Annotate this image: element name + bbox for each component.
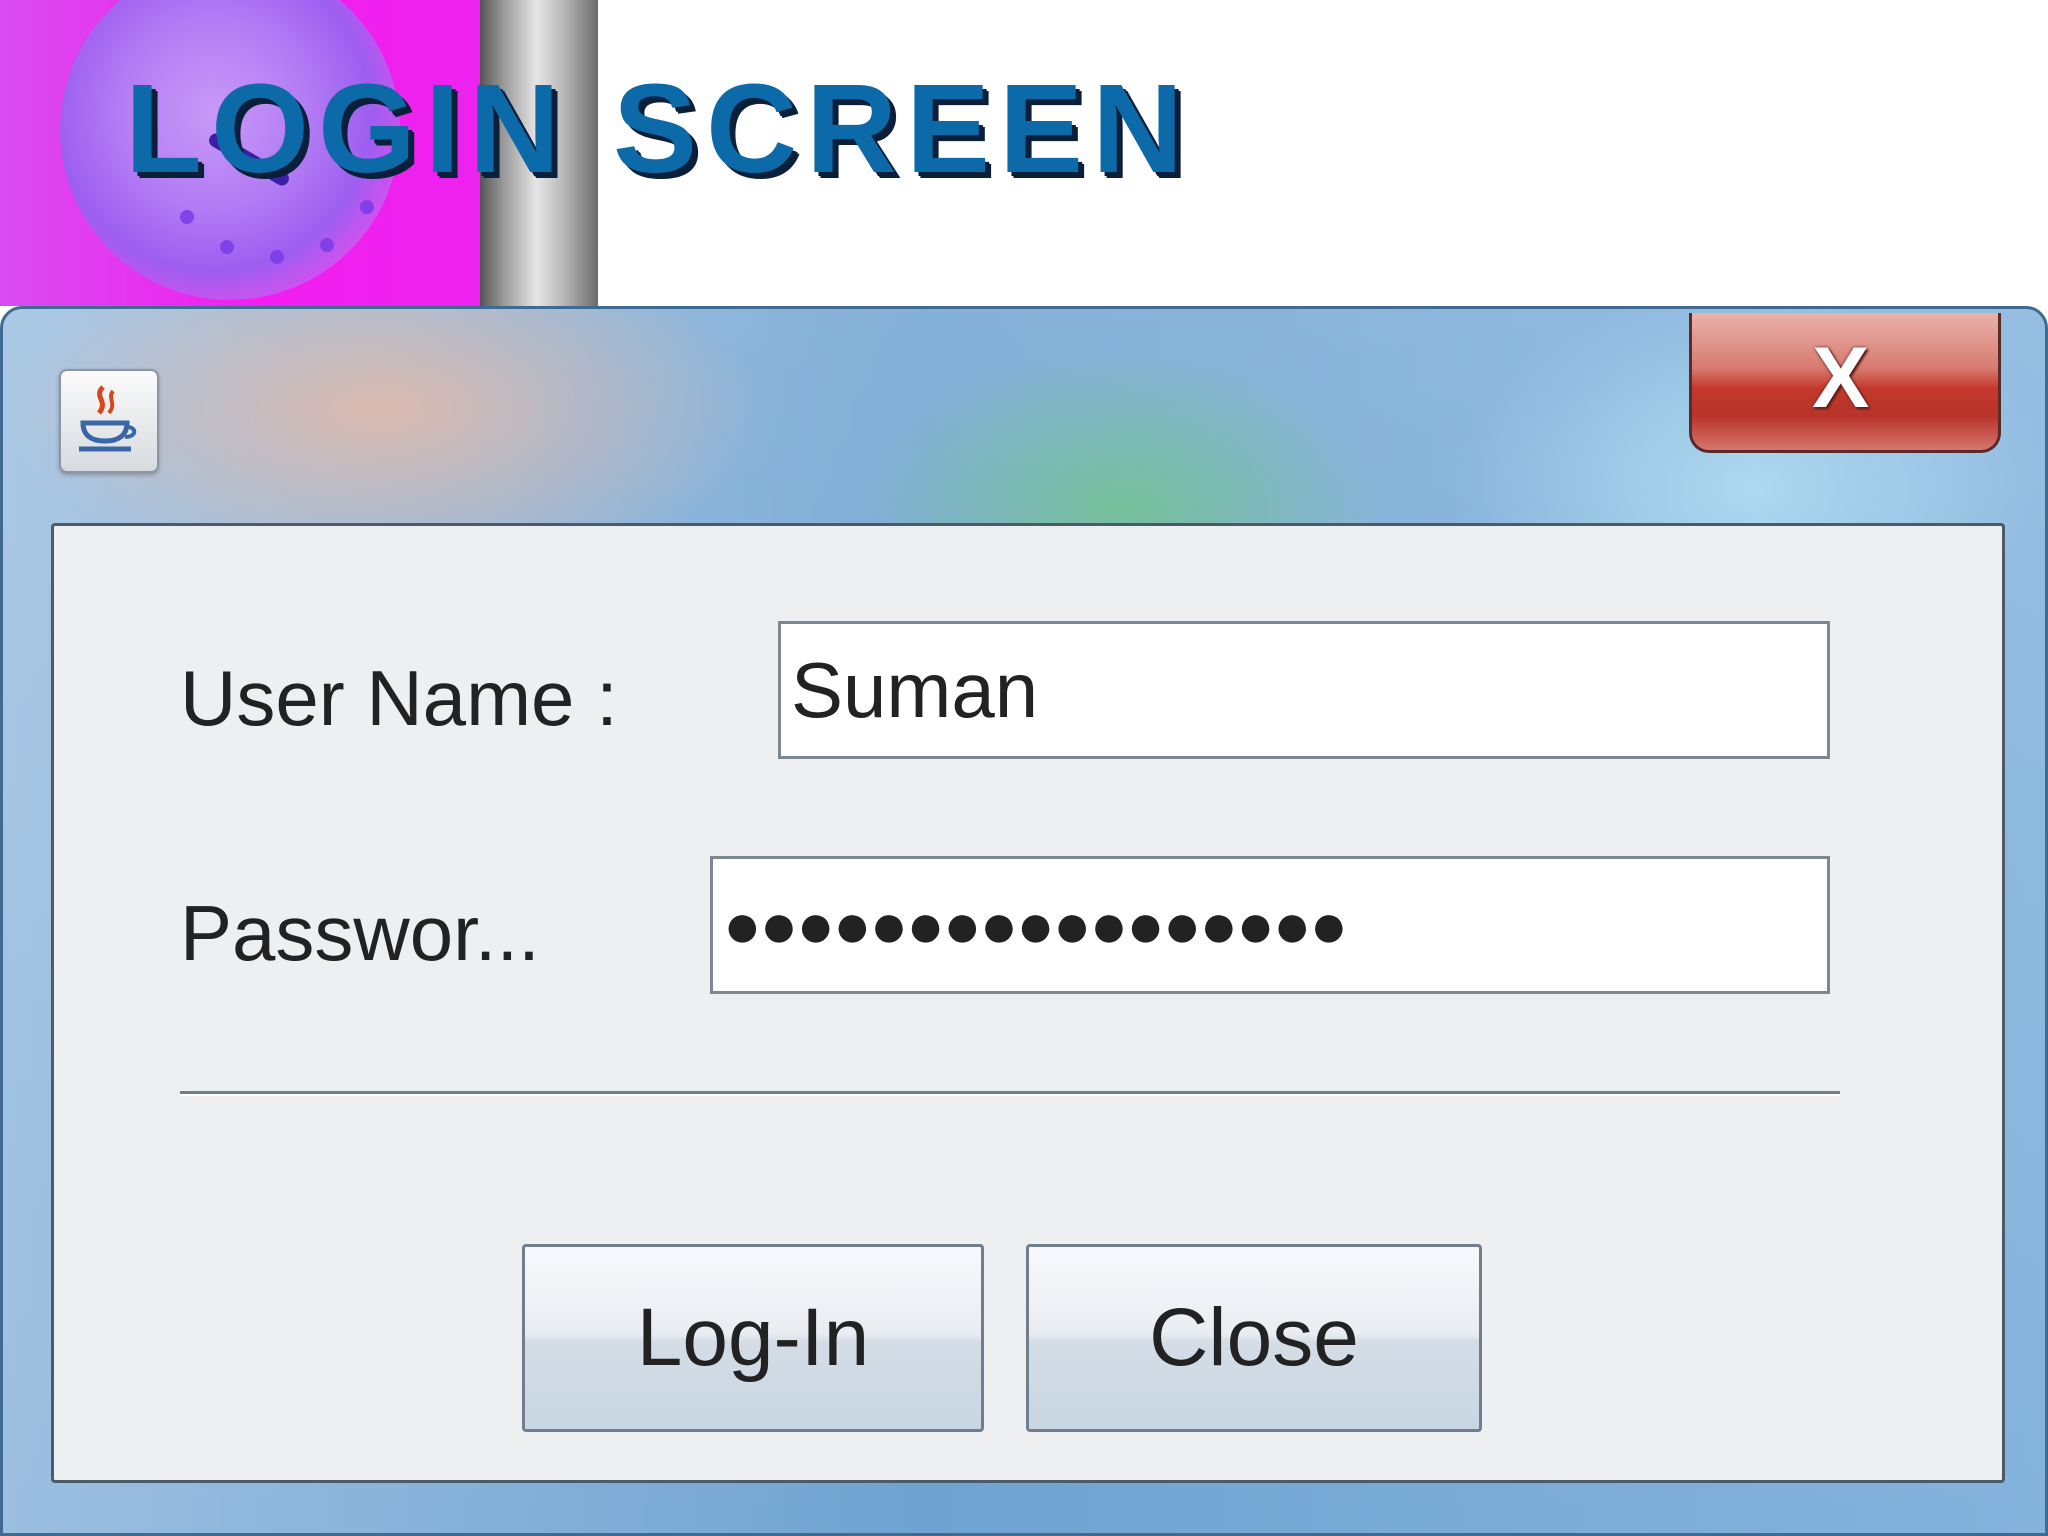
java-cup-icon	[59, 369, 159, 473]
dialog-content: User Name : Suman Passwor... ●●●●●●●●●●●…	[51, 523, 2005, 1483]
password-mask: ●●●●●●●●●●●●●●●●●	[723, 889, 1348, 961]
clock-dot	[360, 200, 374, 214]
clock-dot	[270, 250, 284, 264]
login-button[interactable]: Log-In	[522, 1244, 984, 1432]
login-window: X User Name : Suman Passwor... ●●●●●●●●●…	[0, 306, 2048, 1536]
window-close-button[interactable]: X	[1689, 313, 2001, 453]
username-label: User Name :	[180, 654, 618, 742]
separator	[180, 1091, 1840, 1096]
slide-title: LOGIN SCREEN	[125, 58, 1193, 199]
clock-dot	[180, 210, 194, 224]
clock-dot	[320, 238, 334, 252]
clock-dot	[220, 240, 234, 254]
username-value: Suman	[791, 646, 1039, 734]
password-field[interactable]: ●●●●●●●●●●●●●●●●●	[710, 856, 1830, 994]
java-cup-graphic	[79, 385, 137, 452]
close-button[interactable]: Close	[1026, 1244, 1482, 1432]
username-field[interactable]: Suman	[778, 621, 1830, 759]
close-icon: X	[1812, 330, 1870, 426]
password-label: Passwor...	[180, 889, 540, 977]
